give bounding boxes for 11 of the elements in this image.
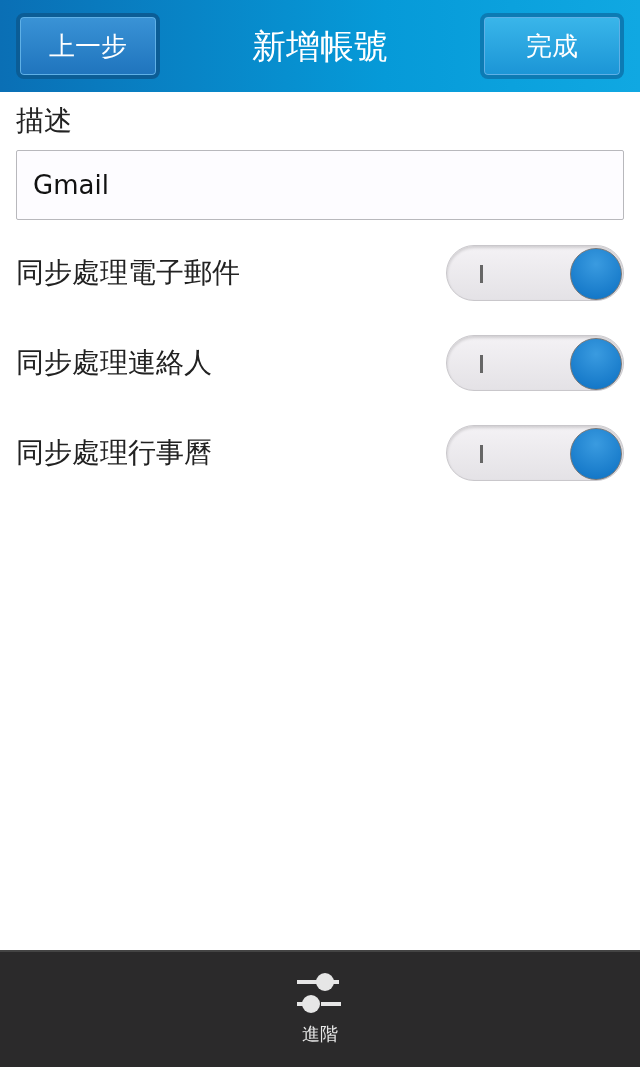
- toggle-label: 同步處理連絡人: [16, 345, 212, 381]
- toggle-label: 同步處理電子郵件: [16, 255, 240, 291]
- toggle-switch[interactable]: [446, 335, 624, 391]
- toggle-switch[interactable]: [446, 245, 624, 301]
- toggle-label: 同步處理行事曆: [16, 435, 212, 471]
- description-field[interactable]: Gmail: [16, 150, 624, 220]
- field-label: 描述: [16, 103, 72, 139]
- toggle-switch[interactable]: [446, 425, 624, 481]
- advanced-button[interactable]: 進階: [289, 971, 351, 1048]
- back-button[interactable]: 上一步: [16, 13, 160, 79]
- screen-title: 新增帳號: [252, 24, 388, 68]
